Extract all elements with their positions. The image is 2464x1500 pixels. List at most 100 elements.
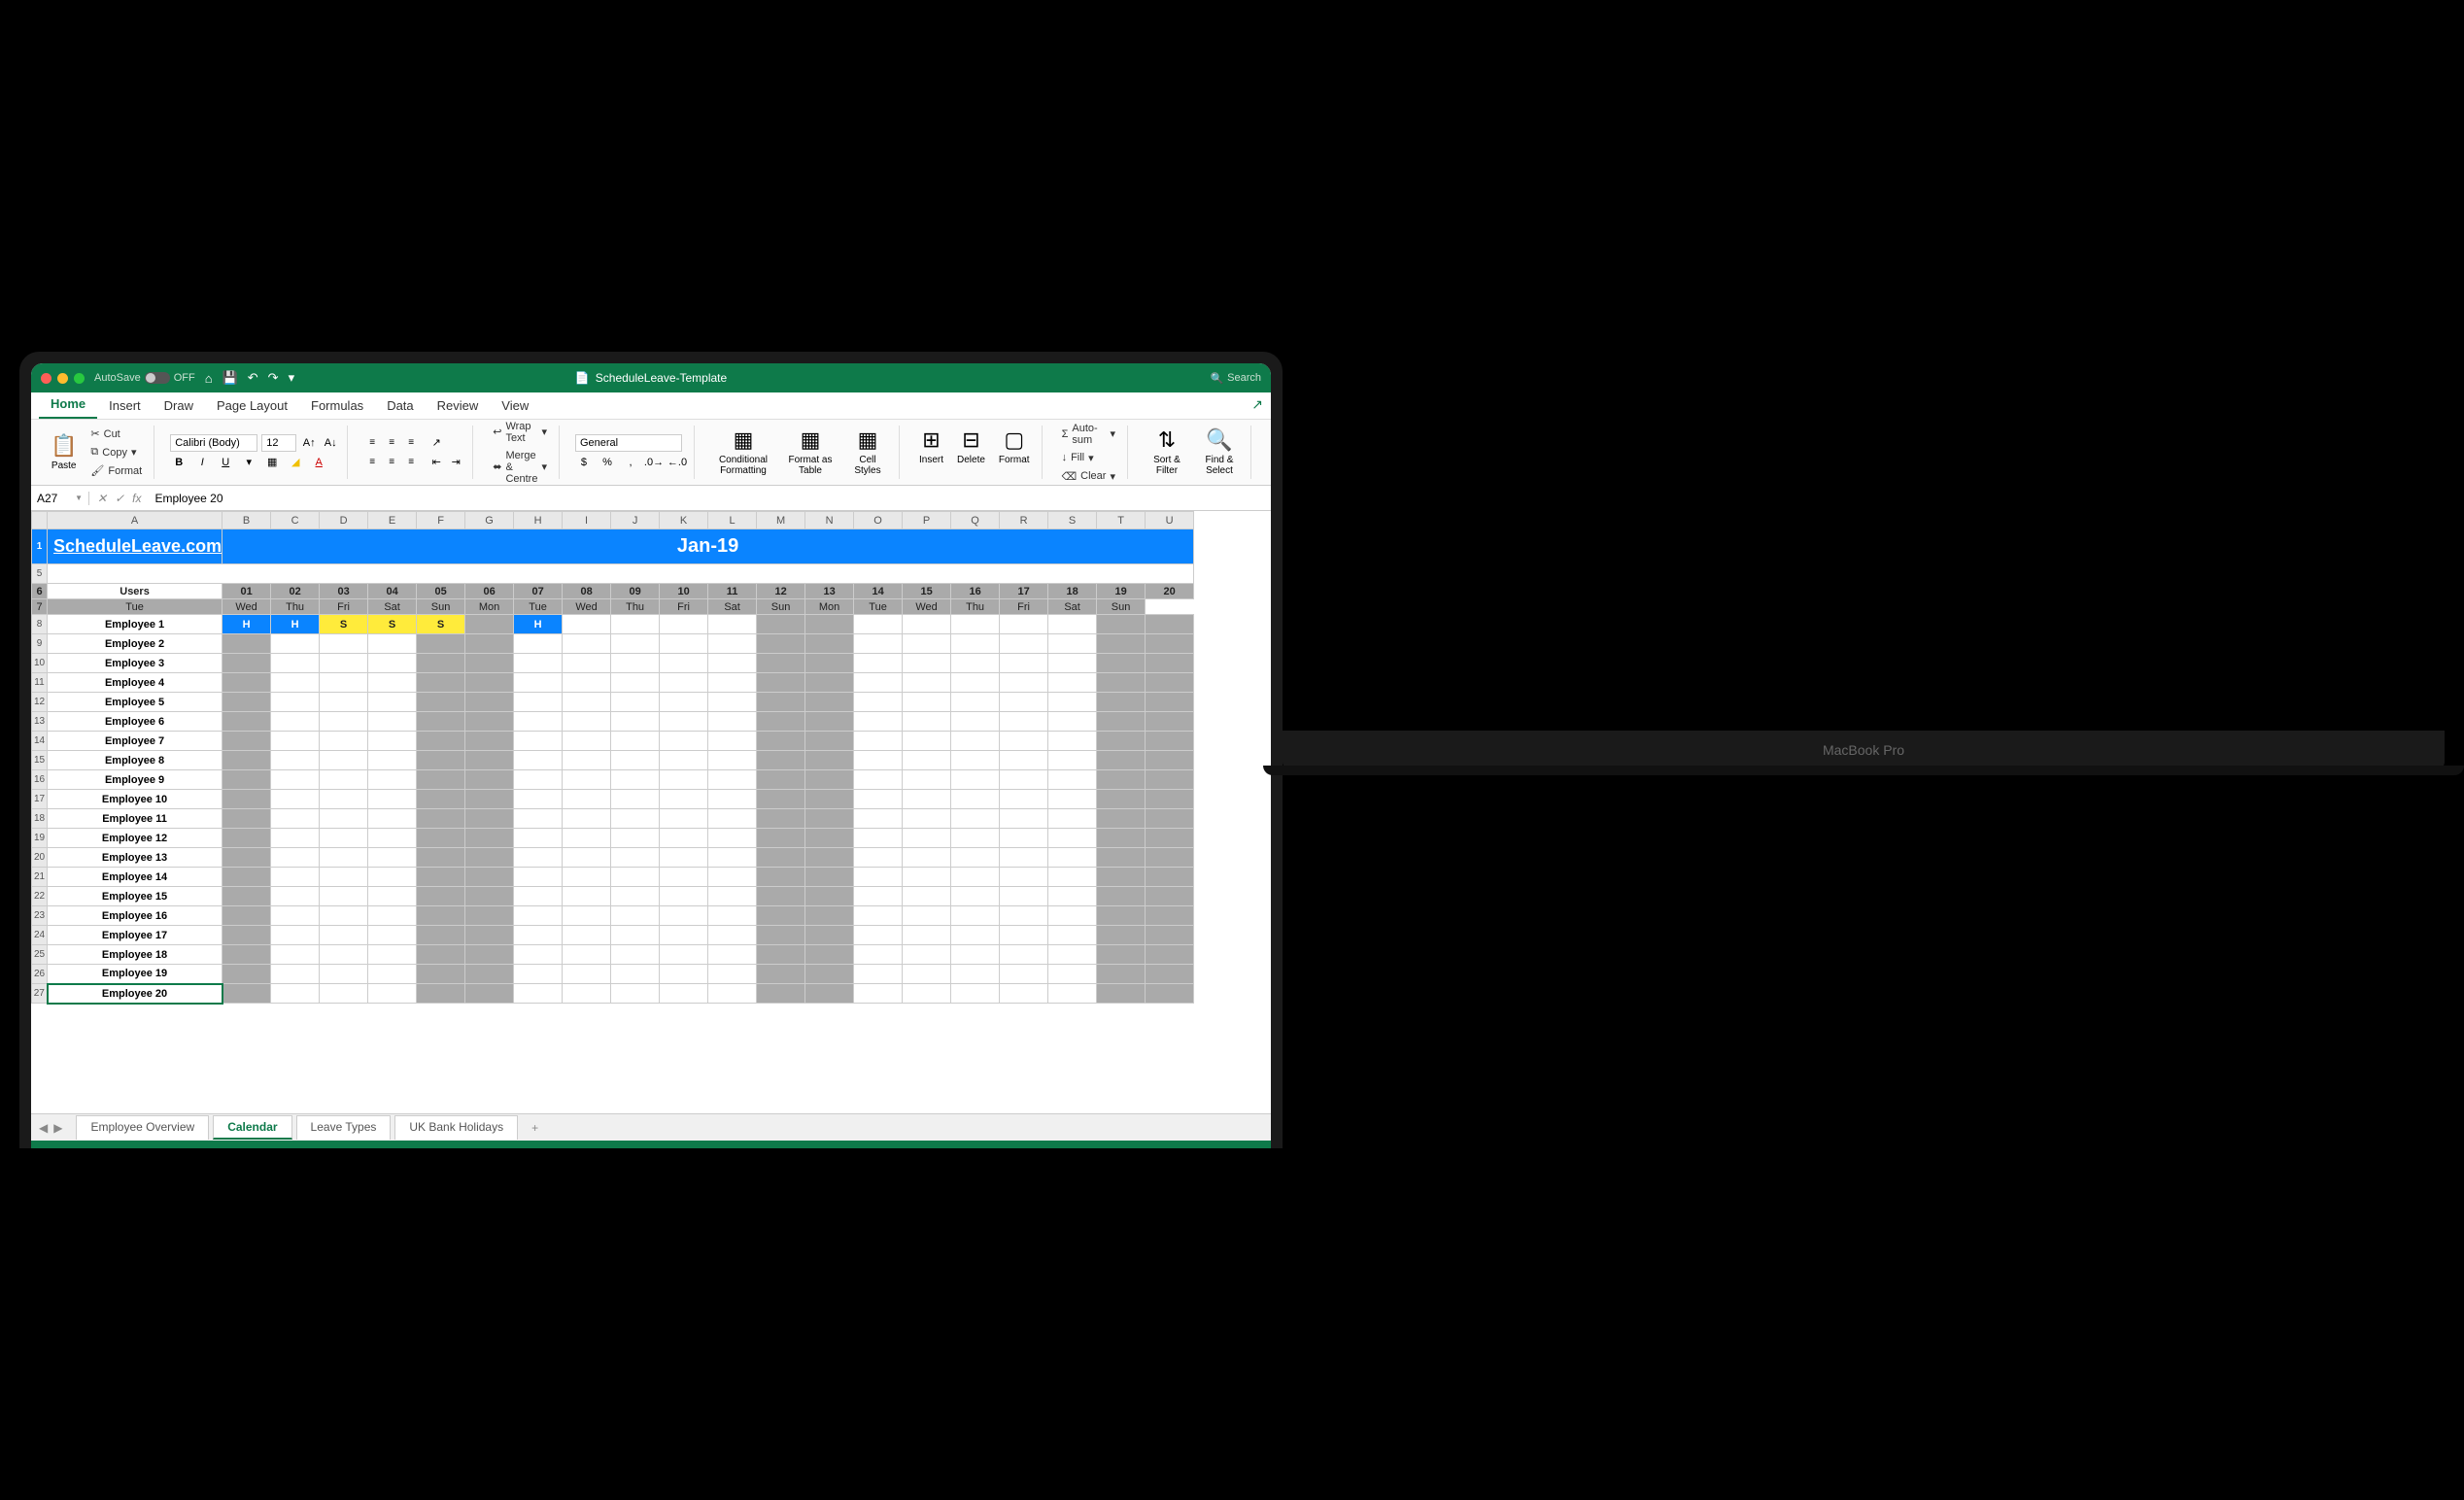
leave-cell[interactable] <box>271 965 320 984</box>
leave-cell[interactable] <box>417 984 465 1004</box>
leave-cell[interactable] <box>1000 751 1048 770</box>
employee-name-cell[interactable]: Employee 19 <box>48 965 222 984</box>
leave-cell[interactable] <box>514 887 563 906</box>
leave-cell[interactable] <box>563 693 611 712</box>
font-name-select[interactable] <box>170 434 257 452</box>
leave-cell[interactable] <box>271 868 320 887</box>
employee-name-cell[interactable]: Employee 11 <box>48 809 222 829</box>
leave-cell[interactable] <box>320 945 368 965</box>
employee-name-cell[interactable]: Employee 5 <box>48 693 222 712</box>
leave-cell[interactable] <box>1097 751 1146 770</box>
sheet-tab-employee-overview[interactable]: Employee Overview <box>76 1115 209 1140</box>
leave-cell[interactable] <box>222 829 271 848</box>
leave-cell[interactable] <box>320 751 368 770</box>
border-button[interactable]: ▦ <box>263 454 281 471</box>
leave-cell[interactable] <box>271 887 320 906</box>
leave-cell[interactable] <box>660 751 708 770</box>
column-header[interactable]: G <box>465 512 514 529</box>
column-header[interactable]: R <box>1000 512 1048 529</box>
redo-icon[interactable]: ↷ <box>268 370 279 386</box>
leave-cell[interactable] <box>757 868 805 887</box>
employee-name-cell[interactable]: Employee 12 <box>48 829 222 848</box>
leave-cell[interactable] <box>368 868 417 887</box>
row-header[interactable]: 22 <box>32 887 48 906</box>
leave-cell[interactable] <box>660 829 708 848</box>
row-header[interactable]: 9 <box>32 634 48 654</box>
leave-cell[interactable] <box>1146 732 1194 751</box>
leave-cell[interactable] <box>465 790 514 809</box>
ribbon-tab-insert[interactable]: Insert <box>97 392 153 419</box>
row-header[interactable]: 12 <box>32 693 48 712</box>
leave-cell[interactable] <box>903 751 951 770</box>
leave-cell[interactable] <box>757 848 805 868</box>
leave-cell[interactable] <box>1048 770 1097 790</box>
sheet-tab-uk-bank-holidays[interactable]: UK Bank Holidays <box>394 1115 518 1140</box>
leave-cell[interactable] <box>611 984 660 1004</box>
column-header[interactable]: S <box>1048 512 1097 529</box>
leave-cell[interactable] <box>465 848 514 868</box>
leave-cell[interactable] <box>1146 887 1194 906</box>
leave-cell[interactable] <box>611 634 660 654</box>
leave-cell[interactable] <box>271 790 320 809</box>
increase-font-icon[interactable]: A↑ <box>300 434 318 452</box>
leave-cell[interactable] <box>1097 615 1146 634</box>
leave-cell[interactable]: H <box>271 615 320 634</box>
leave-cell[interactable] <box>417 673 465 693</box>
leave-cell[interactable] <box>368 848 417 868</box>
leave-cell[interactable] <box>271 984 320 1004</box>
ribbon-tab-formulas[interactable]: Formulas <box>299 392 375 419</box>
leave-cell[interactable] <box>903 945 951 965</box>
leave-cell[interactable] <box>271 848 320 868</box>
leave-cell[interactable]: H <box>222 615 271 634</box>
leave-cell[interactable] <box>951 848 1000 868</box>
leave-cell[interactable] <box>805 751 854 770</box>
underline-button[interactable]: U <box>217 454 234 471</box>
leave-cell[interactable] <box>320 926 368 945</box>
leave-cell[interactable] <box>417 732 465 751</box>
leave-cell[interactable] <box>1000 673 1048 693</box>
leave-cell[interactable] <box>708 712 757 732</box>
leave-cell[interactable] <box>417 809 465 829</box>
font-size-select[interactable] <box>261 434 296 452</box>
leave-cell[interactable] <box>514 634 563 654</box>
leave-cell[interactable] <box>611 732 660 751</box>
leave-cell[interactable] <box>320 712 368 732</box>
cancel-icon[interactable]: ✕ <box>97 492 107 505</box>
ribbon-tab-review[interactable]: Review <box>426 392 491 419</box>
leave-cell[interactable] <box>1146 693 1194 712</box>
leave-cell[interactable] <box>1048 751 1097 770</box>
leave-cell[interactable] <box>951 790 1000 809</box>
leave-cell[interactable] <box>757 887 805 906</box>
column-header[interactable]: E <box>368 512 417 529</box>
leave-cell[interactable] <box>368 654 417 673</box>
row-header[interactable]: 25 <box>32 945 48 965</box>
leave-cell[interactable] <box>417 790 465 809</box>
leave-cell[interactable] <box>757 732 805 751</box>
leave-cell[interactable] <box>1146 829 1194 848</box>
leave-cell[interactable] <box>417 770 465 790</box>
leave-cell[interactable] <box>563 654 611 673</box>
leave-cell[interactable] <box>368 984 417 1004</box>
leave-cell[interactable] <box>1048 615 1097 634</box>
leave-cell[interactable] <box>854 868 903 887</box>
row-header[interactable]: 26 <box>32 965 48 984</box>
leave-cell[interactable] <box>514 848 563 868</box>
orientation-button[interactable]: ↗ <box>428 434 445 452</box>
leave-cell[interactable] <box>465 868 514 887</box>
leave-cell[interactable] <box>465 906 514 926</box>
leave-cell[interactable] <box>660 868 708 887</box>
leave-cell[interactable] <box>222 848 271 868</box>
ribbon-tab-data[interactable]: Data <box>375 392 425 419</box>
leave-cell[interactable] <box>757 790 805 809</box>
leave-cell[interactable] <box>854 654 903 673</box>
leave-cell[interactable] <box>805 693 854 712</box>
leave-cell[interactable] <box>1097 829 1146 848</box>
row-header[interactable]: 6 <box>32 584 48 599</box>
leave-cell[interactable] <box>854 693 903 712</box>
leave-cell[interactable] <box>1146 848 1194 868</box>
leave-cell[interactable] <box>417 926 465 945</box>
leave-cell[interactable] <box>563 829 611 848</box>
leave-cell[interactable] <box>1097 868 1146 887</box>
leave-cell[interactable] <box>320 868 368 887</box>
ribbon-tab-draw[interactable]: Draw <box>153 392 205 419</box>
